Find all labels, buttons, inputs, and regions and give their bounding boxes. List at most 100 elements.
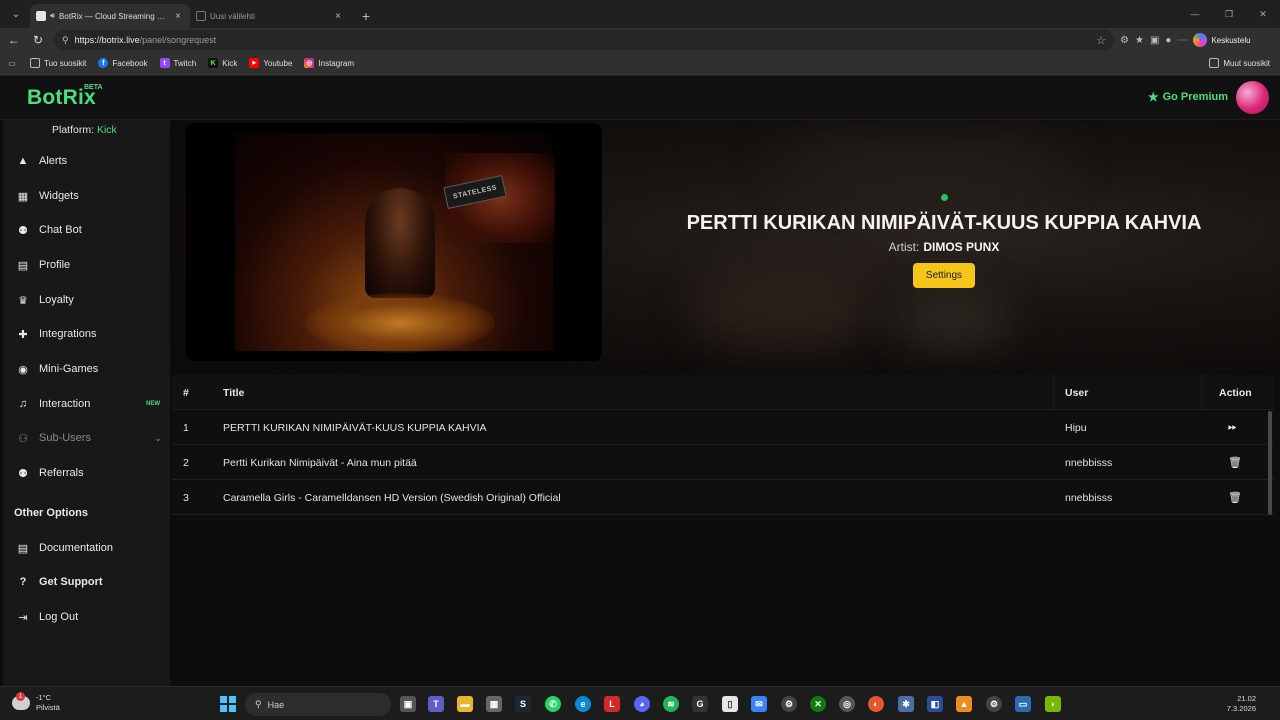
- favorite-star-icon[interactable]: ☆: [1096, 34, 1106, 47]
- settings-button[interactable]: Settings: [913, 263, 975, 288]
- app-g-icon[interactable]: G: [692, 696, 708, 712]
- mail-icon[interactable]: ✉: [751, 696, 767, 712]
- store-icon[interactable]: ▦: [486, 696, 502, 712]
- tab-title: BotRix — Cloud Streaming Bot: [59, 11, 168, 21]
- app-orange-icon[interactable]: ◐: [868, 696, 884, 712]
- sidebar-item-referrals[interactable]: ⚉ Referrals: [3, 458, 170, 488]
- sidebar-item-label: Interaction: [39, 398, 91, 410]
- spotify-icon[interactable]: ≋: [663, 696, 679, 712]
- sidebar-item-alerts[interactable]: ▲ Alerts: [3, 146, 170, 176]
- taskbar-search[interactable]: ⚲ Hae: [245, 693, 391, 716]
- sidebar-toggle-icon[interactable]: ▭: [0, 59, 24, 68]
- sidebar: Platform: Kick ▲ Alerts ▦ Widgets ⚉ Chat…: [3, 120, 170, 686]
- new-tab-button[interactable]: +: [356, 5, 376, 27]
- sidebar-item-label: Mini-Games: [39, 363, 99, 375]
- whatsapp-icon[interactable]: ✆: [545, 696, 561, 712]
- bookmark-facebook[interactable]: f Facebook: [92, 53, 153, 73]
- vlc-icon[interactable]: ▲: [956, 696, 972, 712]
- tab-list-button[interactable]: ⌄: [4, 3, 28, 25]
- sidebar-item-widgets[interactable]: ▦ Widgets: [3, 181, 170, 211]
- logout-icon: ⇥: [18, 611, 28, 624]
- app-blue-icon[interactable]: ◧: [927, 696, 943, 712]
- tab-new-tab[interactable]: Uusi välilehti ×: [190, 4, 350, 28]
- nvidia-icon[interactable]: ◗: [1045, 696, 1061, 712]
- back-icon[interactable]: ←: [2, 28, 26, 52]
- windows-start-icon[interactable]: [220, 696, 236, 712]
- bookmark-import[interactable]: Tuo suosikit: [24, 53, 92, 73]
- notepad-icon[interactable]: ▯: [722, 696, 738, 712]
- sidebar-item-profile[interactable]: ▤ Profile: [3, 250, 170, 280]
- task-view-icon[interactable]: ▣: [400, 696, 416, 712]
- collections-icon[interactable]: ▣: [1150, 35, 1159, 46]
- file-explorer-icon[interactable]: ▬: [457, 696, 473, 712]
- platform-value: Kick: [96, 124, 117, 136]
- row-number: 1: [183, 421, 189, 434]
- sidebar-item-integrations[interactable]: ✚ Integrations: [3, 319, 170, 349]
- reload-icon[interactable]: ↻: [26, 28, 50, 52]
- app-notify-icon[interactable]: ⚙: [986, 696, 1002, 712]
- skip-icon[interactable]: ⏩︎: [1228, 410, 1237, 445]
- sidebar-item-chat-bot[interactable]: ⚉ Chat Bot: [3, 215, 170, 245]
- close-window-icon[interactable]: ✕: [1246, 0, 1280, 28]
- profile-icon[interactable]: ●: [1165, 35, 1171, 46]
- favorites-icon[interactable]: ★: [1135, 35, 1144, 46]
- row-number: 3: [183, 491, 189, 504]
- sidebar-item-label: Profile: [39, 259, 71, 271]
- video-player[interactable]: STATELESS: [186, 123, 602, 361]
- teams-icon[interactable]: T: [428, 696, 444, 712]
- bookmark-other-folder[interactable]: Muut suosikit: [1203, 53, 1276, 73]
- bookmark-twitch[interactable]: t Twitch: [154, 53, 203, 73]
- sidebar-item-interaction[interactable]: ♫ Interaction NEW: [3, 389, 170, 419]
- address-bar: ← ↻ ⚲ https://botrix.live/panel/songrequ…: [0, 28, 1280, 52]
- go-premium-button[interactable]: ★ Go Premium: [1148, 90, 1228, 104]
- sidebar-item-documentation[interactable]: ▤ Documentation: [3, 533, 170, 563]
- restore-icon[interactable]: ❐: [1212, 0, 1246, 28]
- settings-gear-icon[interactable]: ⚙: [781, 696, 797, 712]
- site-info-icon[interactable]: ⚲: [62, 35, 69, 46]
- row-user: nnebbisss: [1065, 456, 1113, 469]
- close-tab-icon[interactable]: ×: [172, 11, 184, 22]
- more-menu-icon[interactable]: ⋯: [1177, 35, 1187, 46]
- bookmark-youtube[interactable]: ▶ Youtube: [243, 53, 298, 73]
- sidebar-item-sub-users[interactable]: ⚇ Sub-Users ⌄: [3, 423, 170, 453]
- app-l-icon[interactable]: L: [604, 696, 620, 712]
- url-path: /panel/songrequest: [139, 35, 217, 45]
- sidebar-item-loyalty[interactable]: ♛ Loyalty: [3, 285, 170, 315]
- song-queue-table: # Title User Action 1 PERTTI KURIKAN NIM…: [172, 375, 1274, 515]
- steam-icon[interactable]: S: [515, 696, 531, 712]
- instagram-icon: ◎: [304, 58, 315, 68]
- system-clock[interactable]: 21.02 7.3.2026: [1227, 694, 1256, 714]
- page: BotRix BETA ★ Go Premium Platform: Kick …: [0, 76, 1280, 686]
- minimize-icon[interactable]: —: [1178, 0, 1212, 28]
- sidebar-item-log-out[interactable]: ⇥ Log Out: [3, 602, 170, 632]
- user-avatar[interactable]: [1236, 81, 1269, 114]
- sidebar-item-mini-games[interactable]: ◉ Mini-Games: [3, 354, 170, 384]
- trash-icon[interactable]: 🗑︎: [1228, 480, 1242, 515]
- url-host: https://botrix.live: [74, 35, 140, 45]
- app-window-icon[interactable]: ▭: [1015, 696, 1031, 712]
- discord-icon[interactable]: ◕: [634, 696, 650, 712]
- row-number: 2: [183, 456, 189, 469]
- url-field[interactable]: ⚲ https://botrix.live/panel/songrequest …: [54, 30, 1114, 50]
- sidebar-item-get-support[interactable]: ? Get Support: [3, 567, 170, 597]
- weather-widget[interactable]: 1 -1°C Pilvistä: [12, 692, 60, 713]
- copilot-button[interactable]: Keskustelu: [1193, 33, 1251, 47]
- page-scrollbar[interactable]: [1268, 411, 1272, 515]
- close-tab-icon[interactable]: ×: [332, 11, 344, 22]
- users-icon: ⚇: [18, 432, 28, 445]
- sidebar-item-label: Alerts: [39, 155, 68, 167]
- search-icon: ⚲: [255, 699, 262, 709]
- app-gear-icon[interactable]: ✱: [898, 696, 914, 712]
- tab-botrix[interactable]: 🔊︎ BotRix — Cloud Streaming Bot ×: [30, 4, 190, 28]
- weather-temp: -1°C: [36, 693, 52, 702]
- bookmark-kick[interactable]: K Kick: [202, 53, 243, 73]
- bookmark-instagram[interactable]: ◎ Instagram: [298, 53, 360, 73]
- obs-icon[interactable]: ◎: [839, 696, 855, 712]
- people-icon: ⚉: [18, 467, 28, 480]
- trash-icon[interactable]: 🗑︎: [1228, 445, 1242, 480]
- edge-icon[interactable]: e: [575, 696, 591, 712]
- now-playing-panel: STATELESS PERTTI KURIKAN NIMIPÄIVÄT-KUUS…: [172, 120, 1280, 375]
- puzzle-icon: ✚: [18, 328, 28, 341]
- extensions-icon[interactable]: ⚙: [1120, 35, 1129, 46]
- xbox-icon[interactable]: ✕: [810, 696, 826, 712]
